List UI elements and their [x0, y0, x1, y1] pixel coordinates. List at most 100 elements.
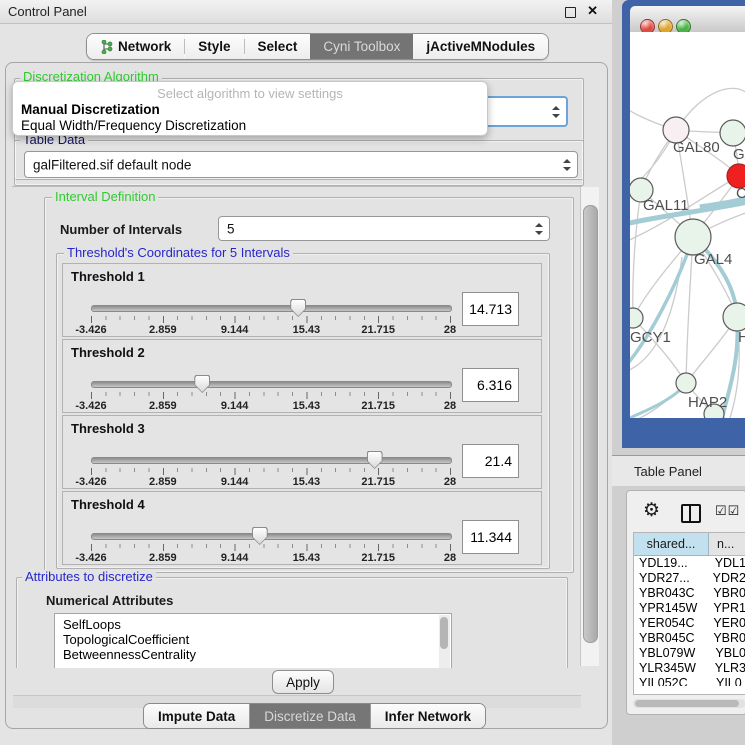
threshold-1-slider[interactable]: -3.4262.8599.14415.4321.71528 [91, 300, 450, 336]
network-icon [100, 40, 113, 54]
combo-arrows-icon [552, 106, 560, 118]
attribute-list-item[interactable]: TopologicalCoefficient [55, 632, 451, 647]
cell-name[interactable]: YPR1 [706, 601, 745, 616]
node-label-partial-ga: GA [733, 146, 745, 163]
attributes-scrollbar-thumb[interactable] [440, 617, 448, 649]
tick-label: 28 [444, 400, 456, 412]
close-icon[interactable]: ✕ [587, 3, 598, 19]
slider-track[interactable] [91, 533, 452, 540]
cyni-bottom-tabbar: Impute Data Discretize Data Infer Networ… [143, 703, 486, 729]
slider-track[interactable] [91, 457, 452, 464]
table-data-value: galFiltered.sif default node [33, 157, 191, 172]
tab-jactivemnodules-label: jActiveMNodules [426, 39, 535, 54]
tab-network[interactable]: Network [87, 34, 184, 59]
cell-name[interactable]: YBL0 [708, 646, 745, 661]
tick-label: 21.715 [361, 476, 395, 488]
slider-major-ticks [91, 544, 451, 551]
slider-major-ticks [91, 392, 451, 399]
settings-scrollbar-thumb[interactable] [583, 205, 598, 643]
control-panel-window: Control Panel ✕ Network Style Select Cyn… [0, 0, 613, 745]
table-row[interactable]: YDR27... YDR2 [634, 571, 745, 586]
tab-discretize-data[interactable]: Discretize Data [250, 704, 371, 728]
tab-select[interactable]: Select [245, 34, 311, 59]
slider-thumb[interactable] [252, 527, 268, 545]
tab-cyni-toolbox[interactable]: Cyni Toolbox [310, 34, 413, 59]
slider-thumb[interactable] [367, 451, 383, 469]
cell-shared-name[interactable]: YER054C [634, 616, 706, 631]
float-window-icon[interactable] [565, 7, 576, 18]
cell-name[interactable]: YDR2 [706, 571, 745, 586]
threshold-2-slider[interactable]: -3.4262.8599.14415.4321.71528 [91, 376, 450, 412]
cell-shared-name[interactable]: YBL079W [634, 646, 708, 661]
cell-name[interactable]: YBR0 [706, 586, 745, 601]
tab-impute-data[interactable]: Impute Data [144, 704, 250, 728]
table-row[interactable]: YDL19... YDL1 [634, 556, 745, 571]
cell-name[interactable]: YBR0 [706, 631, 745, 646]
algorithm-option-equal-width[interactable]: Equal Width/Frequency Discretization [21, 118, 246, 133]
cell-shared-name[interactable]: YDR27... [634, 571, 706, 586]
cell-shared-name[interactable]: YPR145W [634, 601, 706, 616]
tick-label: 15.43 [293, 552, 321, 564]
number-of-intervals-label: Number of Intervals [60, 222, 182, 237]
network-window-titlebar [630, 6, 745, 33]
network-graph[interactable] [630, 32, 745, 418]
attributes-scrollbar[interactable] [439, 615, 450, 668]
threshold-3-value[interactable]: 21.4 [462, 444, 519, 478]
cell-shared-name[interactable]: YLR345W [634, 661, 708, 676]
slider-track[interactable] [91, 305, 452, 312]
cell-name[interactable]: YIL0 [709, 676, 745, 686]
slider-thumb[interactable] [194, 375, 210, 393]
table-data-combobox[interactable]: galFiltered.sif default node [24, 151, 578, 178]
threshold-panel-2: Threshold 2 -3.4262.8599.14415.4321.7152… [62, 339, 542, 413]
cell-name[interactable]: YER0 [706, 616, 745, 631]
slider-thumb[interactable] [290, 299, 306, 317]
tick-label: 2.859 [149, 552, 177, 564]
table-row[interactable]: YER054C YER0 [634, 616, 745, 631]
table-horizontal-scrollbar[interactable] [633, 699, 745, 708]
table-row[interactable]: YBR043C YBR0 [634, 586, 745, 601]
tick-label: 9.144 [221, 324, 249, 336]
cell-name[interactable]: YDL1 [708, 556, 745, 571]
cell-shared-name[interactable]: YBR043C [634, 586, 706, 601]
column-header-name[interactable]: n... [709, 533, 745, 556]
threshold-4-value[interactable]: 11.344 [462, 520, 519, 554]
node-attribute-table: shared... n... YDL19... YDL1 YDR27... YD… [633, 532, 745, 695]
algorithm-option-manual[interactable]: Manual Discretization [21, 102, 160, 117]
tab-impute-data-label: Impute Data [158, 709, 235, 724]
table-row[interactable]: YBR045C YBR0 [634, 631, 745, 646]
tab-style[interactable]: Style [185, 34, 243, 59]
gear-icon[interactable]: ⚙ [643, 501, 660, 520]
tab-infer-network[interactable]: Infer Network [371, 704, 485, 728]
tick-label: -3.426 [75, 324, 106, 336]
table-row[interactable]: YLR345W YLR3 [634, 661, 745, 676]
control-panel-tabbar: Network Style Select Cyni Toolbox jActiv… [86, 33, 549, 60]
table-row[interactable]: YPR145W YPR1 [634, 601, 745, 616]
attribute-list-item[interactable]: BetweennessCentrality [55, 647, 451, 662]
column-header-shared-name[interactable]: shared... [634, 533, 709, 556]
table-row[interactable]: YBL079W YBL0 [634, 646, 745, 661]
tick-label: 28 [444, 476, 456, 488]
apply-button[interactable]: Apply [272, 670, 334, 694]
cell-name[interactable]: YLR3 [708, 661, 745, 676]
cell-shared-name[interactable]: YBR045C [634, 631, 706, 646]
number-of-intervals-combobox[interactable]: 5 [218, 216, 550, 241]
threshold-4-slider[interactable]: -3.4262.8599.14415.4321.71528 [91, 528, 450, 564]
select-columns-icon[interactable]: ☑☑ [715, 503, 740, 519]
tab-jactivemnodules[interactable]: jActiveMNodules [413, 34, 548, 59]
threshold-3-label: Threshold 3 [71, 421, 145, 436]
slider-track[interactable] [91, 381, 452, 388]
cell-shared-name[interactable]: YDL19... [634, 556, 708, 571]
threshold-2-value[interactable]: 6.316 [462, 368, 519, 402]
threshold-1-value[interactable]: 14.713 [462, 292, 519, 326]
cell-shared-name[interactable]: YIL052C [634, 676, 709, 686]
settings-scrollbar[interactable] [580, 187, 599, 666]
algorithm-dropdown-popup: Select algorithm to view settings Manual… [12, 81, 488, 136]
tick-label: 21.715 [361, 324, 395, 336]
threshold-3-slider[interactable]: -3.4262.8599.14415.4321.71528 [91, 452, 450, 488]
table-scrollbar-thumb[interactable] [635, 700, 739, 707]
columns-icon[interactable] [681, 504, 701, 523]
network-canvas[interactable] [630, 32, 745, 418]
table-row[interactable]: YIL052C YIL0 [634, 676, 745, 686]
attribute-list-item[interactable]: SelfLoops [55, 617, 451, 632]
numerical-attributes-list[interactable]: SelfLoopsTopologicalCoefficientBetweenne… [54, 613, 452, 668]
